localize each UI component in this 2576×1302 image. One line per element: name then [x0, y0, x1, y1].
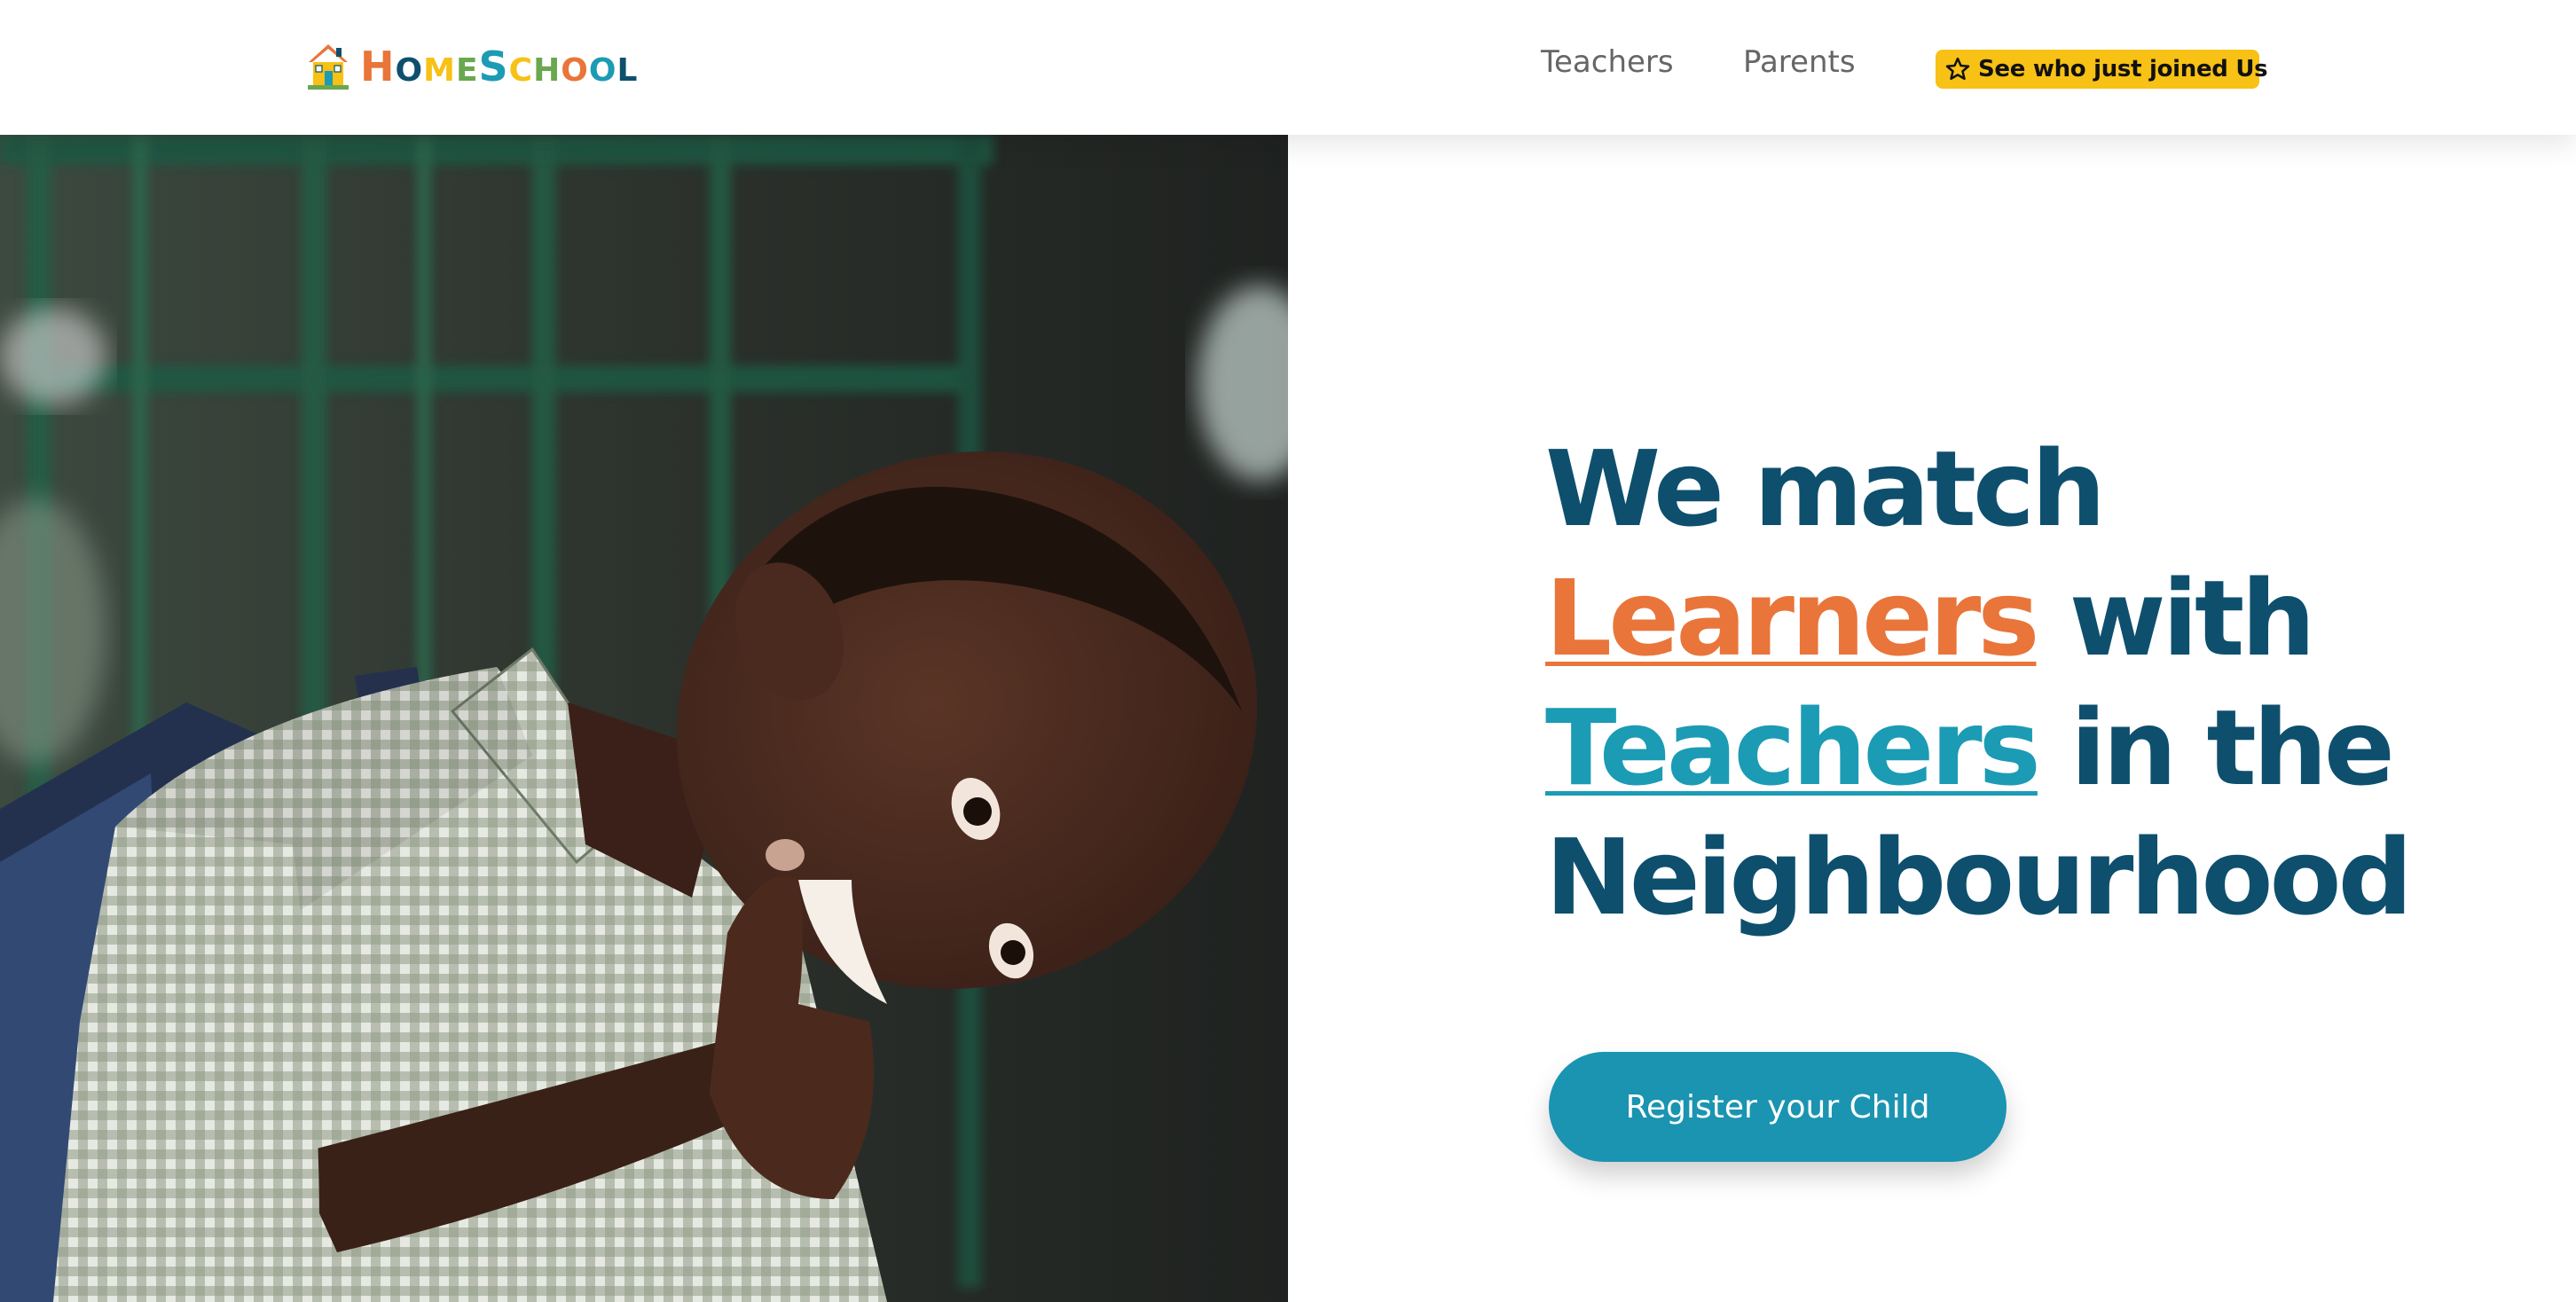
logo-letter: O [588, 52, 617, 89]
learners-link[interactable]: Learners [1545, 557, 2040, 679]
star-icon [1945, 57, 1970, 81]
headline-in-the: in the [2037, 686, 2395, 809]
headline-line-3: Teachers in the [1545, 683, 2521, 812]
logo-letter: E [455, 52, 479, 89]
hero-headline: We match Learners with Teachers in the N… [1545, 424, 2521, 942]
boy-with-backpack-photo [0, 135, 1288, 1302]
logo-letter: L [617, 52, 639, 89]
see-who-joined-button[interactable]: See who just joined Us [1936, 50, 2268, 89]
teachers-link[interactable]: Teachers [1545, 686, 2041, 809]
logo-letters-chool: CHOOL [509, 52, 639, 89]
nav-link-teachers[interactable]: Teachers [1541, 44, 1674, 80]
see-who-joined-label: See who just joined Us [1978, 56, 2268, 82]
logo-letter: C [508, 52, 534, 89]
headline-line-1: We match [1545, 427, 2106, 550]
house-icon [308, 44, 349, 90]
logo-letter-s: S [478, 43, 509, 90]
logo-letter: H [533, 52, 562, 89]
logo-wordmark: H OME S CHOOL [360, 43, 638, 90]
homeschool-logo[interactable]: H OME S CHOOL [305, 39, 638, 94]
register-your-child-button[interactable]: Register your Child [1549, 1052, 2007, 1162]
headline-line-2: Learners with [1545, 553, 2521, 683]
logo-letter: O [561, 52, 589, 89]
logo-letter: M [423, 52, 456, 89]
top-navbar: H OME S CHOOL Teachers Parents See who j… [0, 0, 2576, 135]
nav-link-parents[interactable]: Parents [1743, 44, 1856, 80]
headline-with: with [2036, 557, 2316, 679]
logo-letters-ome: OME [396, 52, 479, 89]
hero-section: We match Learners with Teachers in the N… [1545, 424, 2521, 942]
headline-line-4: Neighbourhood [1545, 816, 2413, 938]
logo-letter-h: H [360, 43, 396, 90]
hero-photo-illustration [0, 135, 1288, 1302]
logo-letter: O [395, 52, 424, 89]
